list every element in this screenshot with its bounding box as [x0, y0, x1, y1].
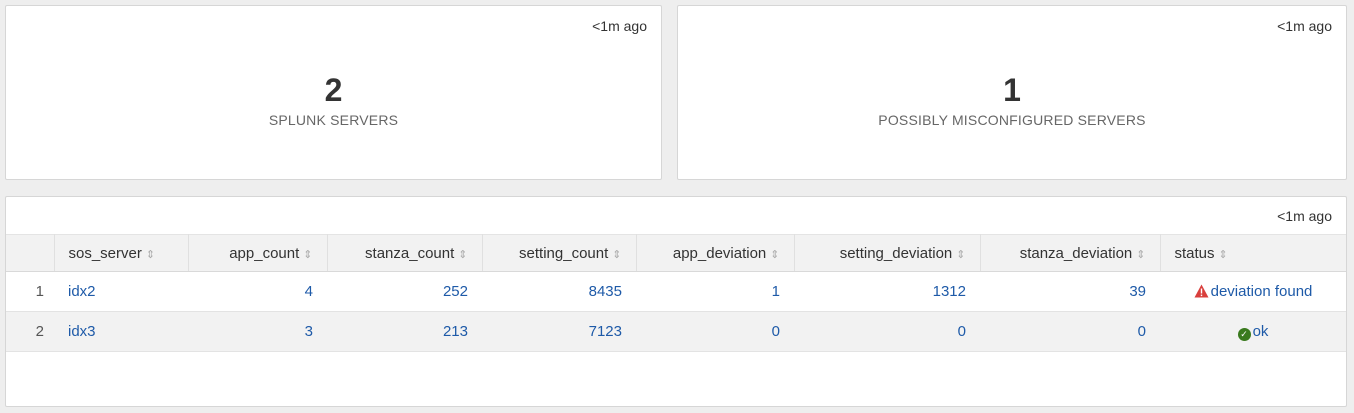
column-header-sos-server[interactable]: sos_server ⇕ [54, 234, 189, 272]
splunk-servers-panel: <1m ago 2 SPLUNK SERVERS [5, 5, 662, 180]
cell-setting-deviation[interactable]: 0 [794, 312, 980, 352]
refresh-time[interactable]: <1m ago [592, 18, 647, 34]
table-row: 1 idx2 4 252 8435 1 1312 39 deviation fo… [6, 272, 1346, 312]
column-header-label: stanza_deviation [1019, 244, 1133, 262]
servers-table-panel: <1m ago sos_server ⇕ app_count ⇕ stanza_co… [5, 196, 1347, 407]
column-header-label: sos_server [68, 244, 142, 262]
status-text: ok [1252, 322, 1269, 340]
sort-icon[interactable]: ⇕ [770, 249, 779, 261]
cell-app-deviation[interactable]: 1 [636, 272, 794, 312]
column-header-setting-count[interactable]: setting_count ⇕ [482, 234, 637, 272]
sort-icon[interactable]: ⇕ [1136, 249, 1145, 261]
check-circle-icon: ✓ [1237, 327, 1251, 341]
refresh-time[interactable]: <1m ago [1277, 18, 1332, 34]
column-header-status[interactable]: status ⇕ [1160, 234, 1346, 272]
sort-icon[interactable]: ⇕ [146, 249, 155, 261]
single-value[interactable]: 1 [678, 72, 1346, 108]
cell-sos-server[interactable]: idx3 [54, 312, 188, 352]
column-header-app-deviation[interactable]: app_deviation ⇕ [636, 234, 795, 272]
status-text: deviation found [1210, 283, 1313, 300]
cell-stanza-deviation[interactable]: 0 [980, 312, 1160, 352]
refresh-time[interactable]: <1m ago [1277, 208, 1332, 224]
cell-setting-deviation[interactable]: 1312 [794, 272, 980, 312]
cell-app-deviation[interactable]: 0 [636, 312, 794, 352]
column-header-setting-deviation[interactable]: setting_deviation ⇕ [794, 234, 981, 272]
single-value-label: POSSIBLY MISCONFIGURED SERVERS [878, 112, 1146, 128]
column-header-label: app_count [229, 244, 300, 262]
single-value[interactable]: 2 [6, 72, 661, 108]
column-header-stanza-count[interactable]: stanza_count ⇕ [327, 234, 483, 272]
column-header-stanza-deviation[interactable]: stanza_deviation ⇕ [980, 234, 1161, 272]
warning-icon [1194, 284, 1209, 298]
sort-icon[interactable]: ⇕ [303, 249, 312, 261]
column-header-label: stanza_count [365, 244, 455, 262]
cell-app-count[interactable]: 3 [188, 312, 327, 352]
table-row: 2 idx3 3 213 7123 0 0 0 ✓ ok [6, 311, 1346, 352]
cell-app-count[interactable]: 4 [188, 272, 327, 312]
sort-icon[interactable]: ⇕ [612, 249, 621, 261]
cell-status[interactable]: deviation found [1160, 272, 1346, 312]
row-number: 1 [35, 283, 44, 300]
column-header-label: status [1174, 244, 1215, 262]
cell-stanza-count[interactable]: 213 [327, 312, 482, 352]
servers-table: sos_server ⇕ app_count ⇕ stanza_count ⇕ set… [6, 234, 1346, 352]
row-number-header [6, 234, 55, 272]
sort-icon[interactable]: ⇕ [956, 249, 965, 261]
cell-setting-count[interactable]: 8435 [482, 272, 636, 312]
column-header-label: app_deviation [672, 244, 767, 262]
misconfigured-servers-panel: <1m ago 1 POSSIBLY MISCONFIGURED SERVERS [677, 5, 1347, 180]
sort-icon[interactable]: ⇕ [1219, 249, 1228, 261]
column-header-label: setting_count [519, 244, 609, 262]
cell-stanza-count[interactable]: 252 [327, 272, 482, 312]
sort-icon[interactable]: ⇕ [458, 249, 467, 261]
table-header-row: sos_server ⇕ app_count ⇕ stanza_count ⇕ set… [6, 234, 1346, 272]
single-value-label: SPLUNK SERVERS [268, 112, 399, 128]
row-number: 2 [35, 323, 44, 340]
cell-setting-count[interactable]: 7123 [482, 312, 636, 352]
cell-status[interactable]: ✓ ok [1160, 312, 1346, 352]
cell-stanza-deviation[interactable]: 39 [980, 272, 1160, 312]
column-header-label: setting_deviation [839, 244, 953, 262]
column-header-app-count[interactable]: app_count ⇕ [188, 234, 328, 272]
cell-sos-server[interactable]: idx2 [54, 272, 188, 312]
